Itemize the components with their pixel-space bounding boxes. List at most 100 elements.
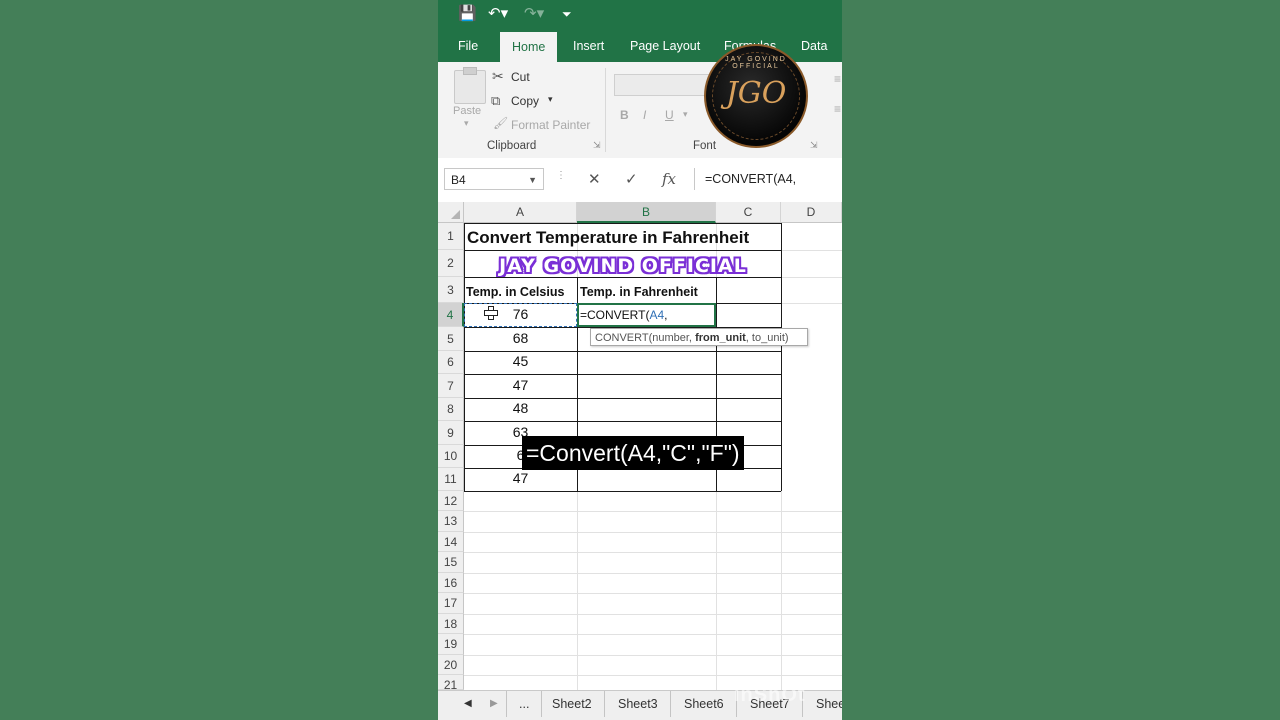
celsius-cell[interactable]: 68 xyxy=(464,330,577,346)
tab-file[interactable]: File xyxy=(458,30,478,62)
sheet-tab-sheet6[interactable]: Sheet6 xyxy=(672,691,737,717)
tab-page-layout[interactable]: Page Layout xyxy=(630,30,700,62)
font-name-box[interactable] xyxy=(614,74,710,96)
copy-icon: ⧉ xyxy=(491,93,501,108)
formula-caption: =Convert(A4,"C","F") xyxy=(522,436,744,470)
paste-icon[interactable] xyxy=(454,67,486,104)
row-header[interactable]: 14 xyxy=(438,532,464,552)
celsius-cell[interactable]: 45 xyxy=(464,353,577,369)
copy-dropdown-icon[interactable]: ▾ xyxy=(548,94,553,105)
column-header-b[interactable]: B xyxy=(577,202,716,223)
sheet-tab-sheet3[interactable]: Sheet3 xyxy=(606,691,671,717)
logo-arc-text: JAY GOVIND OFFICIAL xyxy=(725,56,787,70)
name-box-value: B4 xyxy=(451,173,466,187)
row-header[interactable]: 19 xyxy=(438,634,464,655)
enter-icon[interactable]: ✓ xyxy=(625,170,638,188)
underline-button[interactable]: U xyxy=(665,108,674,122)
row-header[interactable]: 7 xyxy=(438,374,464,398)
save-icon[interactable]: 💾 xyxy=(458,4,477,24)
edit-ref: A4 xyxy=(649,308,665,322)
name-box-dropdown-icon[interactable]: ▼ xyxy=(528,169,537,191)
cell-edit-text[interactable]: =CONVERT(A4, xyxy=(580,308,668,322)
table-border xyxy=(464,421,781,422)
sheet-title[interactable]: Convert Temperature in Fahrenheit xyxy=(467,228,779,248)
gridline xyxy=(464,675,842,676)
tab-insert[interactable]: Insert xyxy=(573,30,604,62)
row-header[interactable]: 1 xyxy=(438,223,464,250)
tooltip-pre: CONVERT(number, xyxy=(595,332,696,344)
gridline xyxy=(464,634,842,635)
row-header[interactable]: 3 xyxy=(438,277,464,303)
row-header[interactable]: 18 xyxy=(438,614,464,634)
row-header[interactable]: 10 xyxy=(438,445,464,468)
header-celsius[interactable]: Temp. in Celsius xyxy=(466,285,576,299)
sheet-tab-sheet2[interactable]: Sheet2 xyxy=(540,691,605,717)
gridline xyxy=(464,532,842,533)
paste-button[interactable]: Paste xyxy=(453,105,481,117)
row-header[interactable]: 16 xyxy=(438,573,464,593)
cancel-icon[interactable]: ✕ xyxy=(588,170,601,188)
ribbon-divider xyxy=(605,68,606,152)
cut-button[interactable]: Cut xyxy=(511,70,530,84)
column-header-a[interactable]: A xyxy=(464,202,577,223)
italic-button[interactable]: I xyxy=(643,108,646,122)
row-header[interactable]: 9 xyxy=(438,421,464,445)
banner-text: JAY GOVIND OFFICIAL xyxy=(499,255,747,277)
clipboard-launcher-icon[interactable]: ⇲ xyxy=(593,140,601,151)
paste-dropdown-icon[interactable]: ▾ xyxy=(464,118,469,129)
column-header-c[interactable]: C xyxy=(716,202,781,223)
alignment-icon[interactable]: ≡ xyxy=(834,102,841,116)
customize-toolbar-icon[interactable]: ⏷ xyxy=(562,4,572,24)
row-header[interactable]: 11 xyxy=(438,468,464,491)
row-header[interactable]: 17 xyxy=(438,593,464,614)
edit-suffix: , xyxy=(664,308,668,322)
more-icon: ⋮ xyxy=(556,170,566,181)
name-box[interactable]: B4 ▼ xyxy=(444,168,544,190)
celsius-cell[interactable]: 47 xyxy=(464,470,577,486)
gridline xyxy=(464,573,842,574)
row-header[interactable]: 20 xyxy=(438,655,464,675)
row-header[interactable]: 6 xyxy=(438,351,464,374)
insert-function-icon[interactable]: fx xyxy=(662,170,676,188)
celsius-cell[interactable]: 47 xyxy=(464,377,577,393)
alignment-icon[interactable]: ≡ xyxy=(834,72,841,86)
logo-monogram: JGO xyxy=(725,76,787,111)
tooltip-bold: from_unit xyxy=(695,332,746,344)
tab-home[interactable]: Home xyxy=(500,32,558,62)
copy-button[interactable]: Copy xyxy=(511,94,539,108)
scroll-tabs-right-icon[interactable]: ▶ xyxy=(478,691,510,717)
gridline xyxy=(781,250,842,251)
redo-icon[interactable]: ↷▾ xyxy=(524,4,544,24)
row-header[interactable]: 21 xyxy=(438,675,464,692)
row-header[interactable]: 2 xyxy=(438,250,464,277)
table-border xyxy=(464,351,781,352)
row-header[interactable]: 8 xyxy=(438,398,464,421)
column-header-d[interactable]: D xyxy=(781,202,842,223)
row-header[interactable]: 5 xyxy=(438,327,464,351)
undo-icon[interactable]: ↶▾ xyxy=(488,4,508,24)
header-fahrenheit[interactable]: Temp. in Fahrenheit xyxy=(580,285,714,299)
format-painter-button[interactable]: Format Painter xyxy=(511,118,590,132)
cut-icon: ✂ xyxy=(492,68,504,84)
gridline xyxy=(781,303,842,304)
gridline xyxy=(464,655,842,656)
row-header[interactable]: 12 xyxy=(438,491,464,511)
referenced-cell-a4[interactable] xyxy=(464,303,577,327)
formula-input[interactable]: =CONVERT(A4, xyxy=(694,168,842,190)
bold-button[interactable]: B xyxy=(620,108,629,122)
row-header[interactable]: 15 xyxy=(438,552,464,573)
select-all-corner[interactable] xyxy=(438,202,464,223)
celsius-cell[interactable]: 48 xyxy=(464,400,577,416)
underline-dropdown-icon[interactable]: ▾ xyxy=(683,109,688,120)
more-sheets-button[interactable]: ... xyxy=(506,691,543,717)
worksheet-grid: A B C D 1 2 3 4 5 6 7 8 9 10 11 12 13 14… xyxy=(438,202,842,692)
font-group-label: Font xyxy=(693,140,717,152)
gridline xyxy=(464,593,842,594)
format-painter-icon: 🖌 xyxy=(493,116,509,130)
sheet-tab-partial[interactable]: Shee xyxy=(804,691,842,717)
font-launcher-icon[interactable]: ⇲ xyxy=(810,140,818,151)
row-header[interactable]: 13 xyxy=(438,511,464,532)
tooltip-post: , to_unit) xyxy=(745,332,789,344)
row-header[interactable]: 4 xyxy=(438,303,464,327)
watermark: inShOt xyxy=(734,684,806,706)
